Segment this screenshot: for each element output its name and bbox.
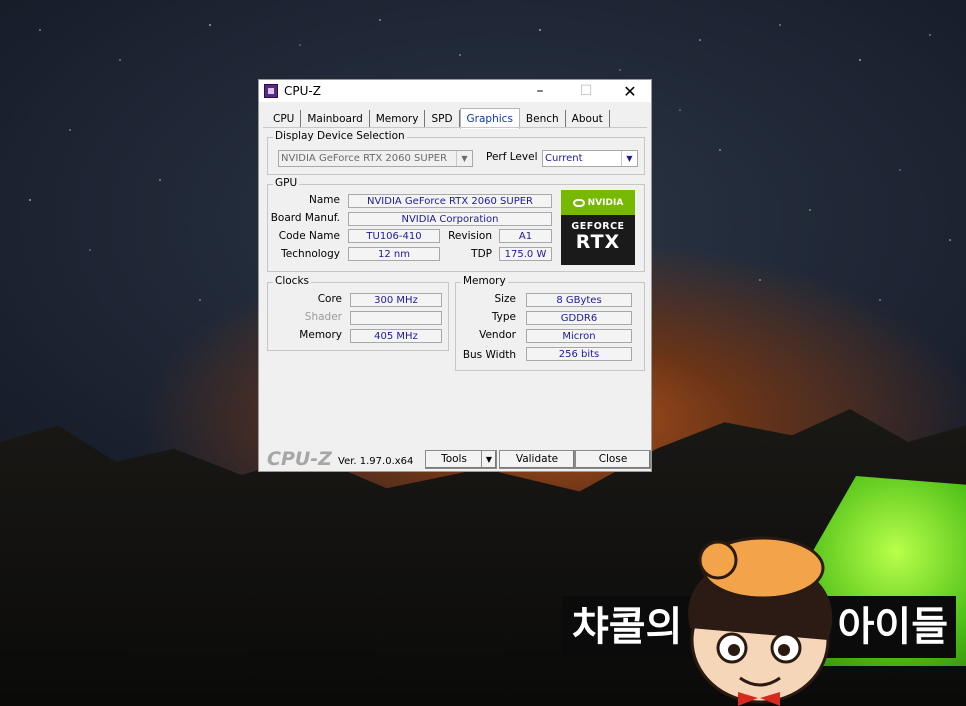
tab-graphics[interactable]: Graphics xyxy=(459,108,520,129)
nvidia-brand-text: NVIDIA xyxy=(587,197,624,208)
cpuz-window: CPU-Z – ☐ ✕ CPU Mainboard Memory SPD Gra… xyxy=(258,79,652,472)
memory-legend: Memory xyxy=(461,275,508,287)
gpu-name-label: Name xyxy=(309,194,340,206)
version-text: Ver. 1.97.0.x64 xyxy=(338,456,414,467)
tab-spd[interactable]: SPD xyxy=(425,110,460,128)
memory-group: Memory Size 8 GBytes Type GDDR6 Vendor M… xyxy=(455,275,645,371)
code-name-label: Code Name xyxy=(278,230,340,242)
nvidia-geforce-rtx-logo: NVIDIA GEFORCE RTX xyxy=(561,190,635,265)
technology-field: 12 nm xyxy=(348,247,440,261)
tab-about[interactable]: About xyxy=(566,110,610,128)
watermark-right-text: 아이들 xyxy=(837,604,948,650)
board-manuf-field: NVIDIA Corporation xyxy=(348,212,552,226)
footer-bar: CPU-Z Ver. 1.97.0.x64 Tools ▼ Validate C… xyxy=(259,446,651,471)
bus-width-label: Bus Width xyxy=(462,349,516,361)
maximize-button[interactable]: ☐ xyxy=(563,80,609,102)
technology-label: Technology xyxy=(281,248,340,260)
perf-level-label: Perf Level xyxy=(486,151,538,163)
memory-clock-label: Memory xyxy=(299,329,342,341)
chevron-down-icon: ▼ xyxy=(456,151,472,166)
core-clock-label: Core xyxy=(317,293,342,305)
gpu-legend: GPU xyxy=(273,177,300,189)
nvidia-eye-icon xyxy=(572,198,585,207)
display-device-group: Display Device Selection NVIDIA GeForce … xyxy=(267,130,645,175)
tab-bar: CPU Mainboard Memory SPD Graphics Bench … xyxy=(267,108,610,129)
gpu-name-field: NVIDIA GeForce RTX 2060 SUPER xyxy=(348,194,552,208)
memory-size-field: 8 GBytes xyxy=(526,293,632,307)
memory-type-label: Type xyxy=(491,311,516,323)
perf-level-value: Current xyxy=(545,153,583,164)
close-window-button[interactable]: ✕ xyxy=(607,80,653,102)
rtx-text: RTX xyxy=(575,231,621,253)
tab-bench[interactable]: Bench xyxy=(520,110,566,128)
tab-mainboard[interactable]: Mainboard xyxy=(301,110,370,128)
core-clock-field: 300 MHz xyxy=(350,293,442,307)
shader-clock-label: Shader xyxy=(304,311,342,323)
graphics-panel: Display Device Selection NVIDIA GeForce … xyxy=(263,127,647,444)
revision-field: A1 xyxy=(499,229,552,243)
memory-vendor-field: Micron xyxy=(526,329,632,343)
tools-dropdown-chevron-down-icon[interactable]: ▼ xyxy=(481,450,497,469)
tdp-label: TDP xyxy=(471,248,492,260)
bus-width-field: 256 bits xyxy=(526,347,632,361)
validate-button[interactable]: Validate xyxy=(499,450,575,469)
display-device-select[interactable]: NVIDIA GeForce RTX 2060 SUPER ▼ xyxy=(278,150,473,167)
memory-clock-field: 405 MHz xyxy=(350,329,442,343)
title-bar[interactable]: CPU-Z – ☐ ✕ xyxy=(259,80,651,102)
minimize-button[interactable]: – xyxy=(517,80,563,102)
nvidia-badge: NVIDIA xyxy=(561,190,635,215)
memory-vendor-label: Vendor xyxy=(479,329,516,341)
clocks-group: Clocks Core 300 MHz Shader Memory 405 MH… xyxy=(267,275,449,351)
display-device-legend: Display Device Selection xyxy=(273,130,407,142)
display-device-value: NVIDIA GeForce RTX 2060 SUPER xyxy=(281,153,448,164)
watermark-left-text: 챠콜의 xyxy=(572,604,683,650)
tab-cpu[interactable]: CPU xyxy=(267,110,302,128)
shader-clock-field xyxy=(350,311,442,325)
tools-button[interactable]: Tools xyxy=(425,450,483,469)
clocks-legend: Clocks xyxy=(273,275,311,287)
tab-memory[interactable]: Memory xyxy=(370,110,426,128)
memory-size-label: Size xyxy=(494,293,516,305)
revision-label: Revision xyxy=(448,230,492,242)
cpuz-app-icon xyxy=(264,84,278,98)
cpuz-brand-logo: CPU-Z xyxy=(267,448,332,470)
code-name-field: TU106-410 xyxy=(348,229,440,243)
memory-type-field: GDDR6 xyxy=(526,311,632,325)
tdp-field: 175.0 W xyxy=(499,247,552,261)
chevron-down-icon: ▼ xyxy=(621,151,637,166)
window-title: CPU-Z xyxy=(284,84,321,98)
board-manuf-label: Board Manuf. xyxy=(270,212,340,224)
perf-level-select[interactable]: Current ▼ xyxy=(542,150,638,167)
mascot-character-image xyxy=(688,536,833,706)
close-button[interactable]: Close xyxy=(575,450,651,469)
